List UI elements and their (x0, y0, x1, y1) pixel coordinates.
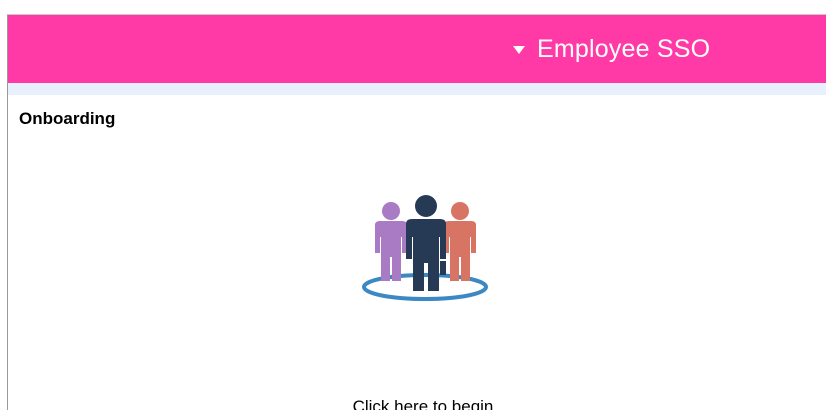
onboarding-tile[interactable]: Onboarding Click here to begin (8, 95, 826, 410)
portal-frame: Employee SSO Onboarding Click here to be… (7, 15, 826, 410)
click-to-begin-link[interactable]: Click here to begin (8, 397, 826, 410)
page: Employee SSO Onboarding Click here to be… (0, 0, 826, 410)
caret-down-icon (513, 46, 525, 54)
team-people-icon (362, 195, 488, 301)
tile-title: Onboarding (19, 109, 116, 128)
header-bar: Employee SSO (8, 15, 826, 83)
employee-sso-menu[interactable]: Employee SSO (513, 33, 710, 65)
sub-header-strip (8, 83, 826, 95)
employee-sso-label: Employee SSO (537, 34, 711, 63)
